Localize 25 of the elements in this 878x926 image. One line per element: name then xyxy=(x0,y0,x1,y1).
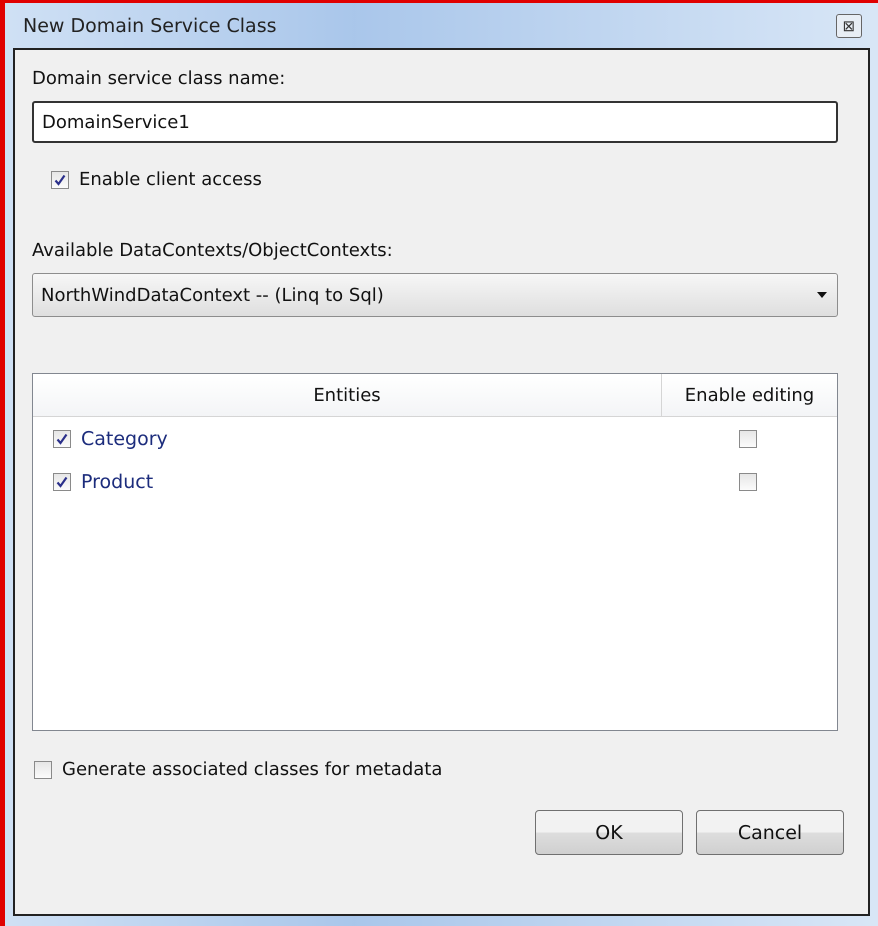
check-icon xyxy=(54,174,66,186)
ok-button[interactable]: OK xyxy=(535,810,683,855)
checkbox[interactable] xyxy=(34,760,52,778)
checkbox[interactable] xyxy=(53,430,71,448)
caret-icon xyxy=(817,292,827,298)
window-title: New Domain Service Class xyxy=(23,14,276,36)
entity-name: Category xyxy=(81,428,168,450)
entity-name: Product xyxy=(81,470,154,492)
checkbox-label: Enable client access xyxy=(79,169,262,190)
column-header[interactable]: Entities xyxy=(33,374,661,416)
dropdown-value: NorthWindDataContext -- (Linq to Sql) xyxy=(41,284,384,306)
close-button[interactable]: ⊠ xyxy=(836,14,862,38)
name-label: Domain service class name: xyxy=(32,68,286,89)
checkbox-label: Generate associated classes for metadata xyxy=(62,759,442,780)
contexts-label: Available DataContexts/ObjectContexts: xyxy=(32,240,393,261)
checkbox[interactable] xyxy=(53,472,71,490)
checkbox[interactable] xyxy=(739,472,757,490)
column-header[interactable]: Enable editing xyxy=(661,374,837,416)
check-icon xyxy=(56,432,68,444)
cancel-button[interactable]: Cancel xyxy=(696,810,844,855)
name-field[interactable]: DomainService1 xyxy=(32,101,838,143)
contexts-dropdown[interactable]: NorthWindDataContext -- (Linq to Sql) xyxy=(32,273,838,317)
checkbox[interactable] xyxy=(739,430,757,448)
checkbox[interactable] xyxy=(51,170,69,188)
check-icon xyxy=(56,476,68,488)
